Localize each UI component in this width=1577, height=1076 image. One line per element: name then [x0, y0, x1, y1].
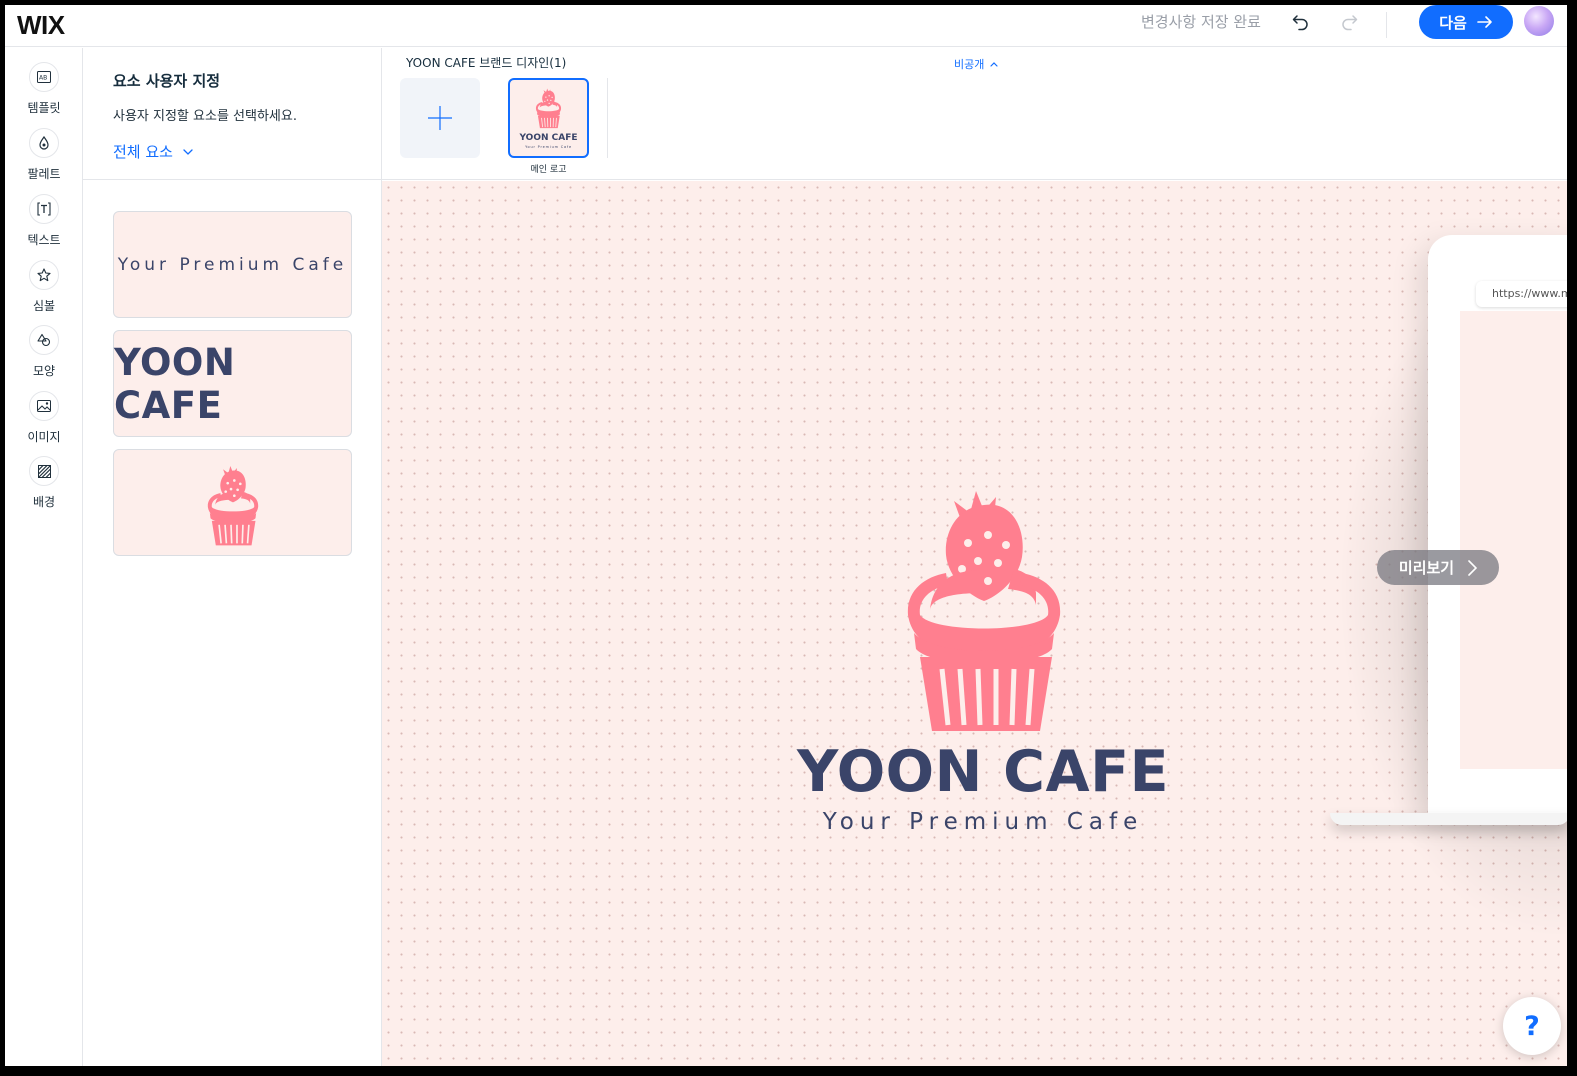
chevron-up-icon — [990, 61, 998, 67]
visibility-toggle[interactable]: 비공개 — [954, 56, 998, 72]
design-canvas[interactable]: YOON CAFE Your Premium Cafe https://www.… — [382, 181, 1567, 1066]
element-card-name[interactable]: YOON CAFE — [113, 330, 352, 437]
preview-button[interactable]: 미리보기 — [1377, 550, 1499, 585]
design-strip: YOON CAFE 브랜드 디자인(1) 비공개 YOON CAFE Your … — [382, 48, 1567, 180]
panel-divider — [83, 179, 382, 180]
arrow-right-icon — [1476, 16, 1492, 28]
rail-label: 배경 — [32, 495, 56, 509]
image-icon — [29, 391, 59, 421]
star-icon — [29, 260, 59, 290]
rail-label: 템플릿 — [27, 101, 61, 115]
rail-label: 모양 — [32, 364, 56, 378]
chevron-down-icon — [183, 148, 193, 155]
add-design-button[interactable] — [400, 78, 480, 158]
element-filter-dropdown[interactable]: 전체 요소 — [113, 141, 193, 162]
cupcake-icon — [206, 464, 259, 546]
design-thumbnail-main-logo[interactable]: YOON CAFE Your Premium Cafe — [508, 78, 589, 158]
visibility-label: 비공개 — [954, 58, 985, 71]
laptop-url-bar: https://www.my — [1476, 281, 1567, 307]
rail-label: 팔레트 — [27, 167, 61, 181]
element-filter-label: 전체 요소 — [113, 143, 173, 161]
main-logo-tagline[interactable]: Your Premium Cafe — [762, 809, 1204, 835]
preview-button-label: 미리보기 — [1398, 559, 1455, 577]
text-icon — [29, 194, 59, 224]
rail-label: 심볼 — [32, 299, 56, 313]
svg-text:AB: AB — [39, 75, 47, 82]
rail-item-background[interactable]: 배경 — [5, 456, 83, 510]
main-logo-name[interactable]: YOON CAFE — [762, 739, 1204, 805]
editor-window: WIX 변경사항 저장 완료 다음 AB 템플릿 팔레트 텍스트 심볼 모양 이… — [5, 5, 1567, 1066]
laptop-screen — [1460, 311, 1567, 769]
undo-icon[interactable] — [1289, 10, 1313, 34]
panel-title: 요소 사용자 지정 — [113, 72, 221, 90]
left-rail: AB 템플릿 팔레트 텍스트 심볼 모양 이미지 배경 — [5, 48, 83, 1066]
template-icon: AB — [29, 62, 59, 92]
cupcake-icon — [535, 88, 562, 129]
rail-item-palette[interactable]: 팔레트 — [5, 128, 83, 182]
design-thumbnail-label: 메인 로고 — [530, 165, 567, 175]
top-bar: WIX 변경사항 저장 완료 다음 — [5, 5, 1567, 47]
laptop-base — [1330, 813, 1567, 825]
element-card-tagline[interactable]: Your Premium Cafe — [113, 211, 352, 318]
customize-panel: 요소 사용자 지정 사용자 지정할 요소를 선택하세요. 전체 요소 Your … — [83, 48, 382, 1066]
rail-item-image[interactable]: 이미지 — [5, 391, 83, 445]
rail-label: 이미지 — [27, 430, 61, 444]
design-strip-title: YOON CAFE 브랜드 디자인(1) — [406, 56, 567, 70]
redo-icon[interactable] — [1337, 10, 1361, 34]
help-button[interactable]: ? — [1503, 997, 1561, 1055]
save-status: 변경사항 저장 완료 — [1141, 13, 1261, 31]
thumbnail-name: YOON CAFE — [519, 133, 578, 143]
card-name-text: YOON CAFE — [114, 340, 236, 427]
chevron-right-icon — [1468, 559, 1478, 576]
next-button[interactable]: 다음 — [1419, 5, 1513, 39]
rail-item-text[interactable]: 텍스트 — [5, 194, 83, 248]
palette-icon — [29, 128, 59, 158]
rail-item-shapes[interactable]: 모양 — [5, 325, 83, 379]
plus-icon — [428, 106, 452, 130]
panel-subtitle: 사용자 지정할 요소를 선택하세요. — [113, 109, 297, 124]
rail-item-symbol[interactable]: 심볼 — [5, 260, 83, 314]
shapes-icon — [29, 325, 59, 355]
card-tagline-text: Your Premium Cafe — [117, 254, 348, 275]
avatar[interactable] — [1524, 6, 1554, 36]
rail-item-template[interactable]: AB 템플릿 — [5, 62, 83, 116]
background-icon — [29, 456, 59, 486]
strip-divider — [607, 78, 608, 158]
next-button-label: 다음 — [1439, 13, 1467, 32]
element-card-icon[interactable] — [113, 449, 352, 556]
main-logo-cupcake-icon[interactable] — [884, 473, 1084, 733]
thumbnail-tagline: Your Premium Cafe — [525, 145, 572, 149]
rail-label: 텍스트 — [27, 233, 61, 247]
wix-logo[interactable]: WIX — [17, 10, 65, 41]
toolbar-divider — [1386, 12, 1387, 38]
